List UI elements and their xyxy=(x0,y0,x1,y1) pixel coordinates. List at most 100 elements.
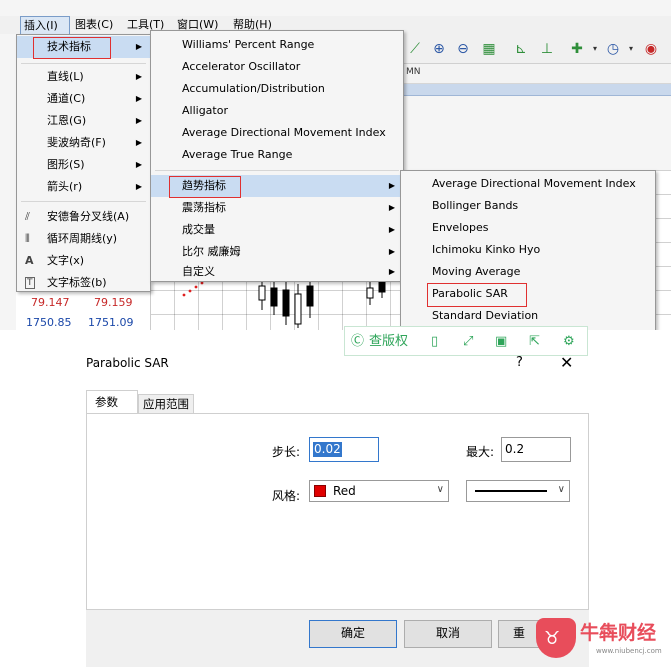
indicators-group-custom[interactable]: 自定义 ▶ xyxy=(151,261,403,283)
auto-scroll-icon[interactable]: ⟋ xyxy=(406,40,424,58)
color-name: Red xyxy=(333,484,356,498)
indicator-item[interactable]: Williams' Percent Range xyxy=(151,34,403,56)
insert-menu-arrows[interactable]: 箭头(r) ▶ xyxy=(17,176,150,198)
indicator-item[interactable]: Accelerator Oscillator xyxy=(151,56,403,78)
indicator-item[interactable]: Average True Range xyxy=(151,144,403,166)
brand-name: 牛犇财经 xyxy=(580,622,657,644)
chevron-down-icon[interactable]: ▾ xyxy=(586,40,604,58)
pitchfork-icon: ⫽ xyxy=(25,210,30,223)
line-style-select[interactable]: ∨ xyxy=(466,480,570,502)
trend-item[interactable]: Ichimoku Kinko Hyo xyxy=(401,239,655,261)
watermark-toolbar: Ⓒ 查版权 ▯ ⤢ ▣ ⇱ ⚙ xyxy=(344,326,588,356)
phone-icon[interactable]: ▯ xyxy=(431,333,438,351)
trend-item[interactable]: Standard Deviation xyxy=(401,305,655,327)
insert-menu-cycle-lines[interactable]: ⦀ 循环周期线(y) xyxy=(17,228,150,250)
insert-menu-text-label[interactable]: T 文字标签(b) xyxy=(17,272,150,294)
insert-menu-channels[interactable]: 通道(C) ▶ xyxy=(17,88,150,110)
cancel-button[interactable]: 取消 xyxy=(404,620,492,648)
add-indicator-icon[interactable]: ✚ xyxy=(568,40,586,58)
step-input[interactable]: 0.02 xyxy=(309,437,379,462)
reset-button[interactable]: 重 xyxy=(498,620,540,648)
menu-item-label: 循环周期线(y) xyxy=(47,232,118,245)
divider xyxy=(21,201,146,202)
menu-item-label: Alligator xyxy=(182,104,228,117)
brand-logo: ♉ 牛犇财经 www.niubencj.com xyxy=(536,614,671,664)
clock-icon[interactable]: ◷ xyxy=(604,40,622,58)
expand-icon[interactable]: ⤢ xyxy=(463,333,473,351)
tab-parameters[interactable]: 参数 xyxy=(86,390,138,414)
insert-menu-lines[interactable]: 直线(L) ▶ xyxy=(17,66,150,88)
indicators-group-oscillators[interactable]: 震荡指标 ▶ xyxy=(151,197,403,219)
period-separators-icon[interactable]: ⊥ xyxy=(538,40,556,58)
menu-item-label: 斐波纳奇(F) xyxy=(47,136,106,149)
insert-menu-text[interactable]: A 文字(x) xyxy=(17,250,150,272)
templates-icon[interactable]: ◉ xyxy=(642,40,660,58)
indicator-item[interactable]: Accumulation/Distribution xyxy=(151,78,403,100)
brand-mark: ♉ xyxy=(536,618,576,658)
submenu-arrow-icon: ▶ xyxy=(135,116,142,125)
chart-shift-icon[interactable]: ⊾ xyxy=(512,40,530,58)
highlight-box xyxy=(427,283,527,307)
highlight-box xyxy=(169,176,241,198)
indicators-group-volumes[interactable]: 成交量 ▶ xyxy=(151,219,403,241)
tab-visualization[interactable]: 应用范围 xyxy=(138,394,194,414)
tile-windows-icon[interactable]: ▦ xyxy=(480,40,498,58)
maximum-input[interactable]: 0.2 xyxy=(501,437,571,462)
timeframe-bar: MN xyxy=(404,64,671,84)
brand-url: www.niubencj.com xyxy=(596,647,662,655)
submenu-arrow-icon: ▶ xyxy=(135,138,142,147)
insert-menu-fibonacci[interactable]: 斐波纳奇(F) ▶ xyxy=(17,132,150,154)
trend-item[interactable]: Average Directional Movement Index xyxy=(401,173,655,195)
indicators-submenu: Williams' Percent Range Accelerator Osci… xyxy=(150,30,404,282)
menu-item-label: Moving Average xyxy=(432,265,521,278)
chevron-down-icon: ∨ xyxy=(436,484,444,495)
chevron-down-icon: ∨ xyxy=(557,484,565,495)
insert-menu: 技术指标 ▶ 直线(L) ▶ 通道(C) ▶ 江恩(G) ▶ 斐波纳奇(F) ▶… xyxy=(16,34,151,292)
color-swatch xyxy=(314,485,326,497)
trend-submenu: Average Directional Movement Index Bolli… xyxy=(400,170,656,330)
indicator-item[interactable]: Alligator xyxy=(151,100,403,122)
save-icon[interactable]: ▣ xyxy=(495,333,507,351)
trend-item[interactable]: Bollinger Bands xyxy=(401,195,655,217)
share-icon[interactable]: ⇱ xyxy=(529,333,540,351)
quote-bid: 1750.85 xyxy=(26,316,72,329)
chart-title-bar xyxy=(404,84,671,96)
check-copyright-label[interactable]: 查版权 xyxy=(369,333,408,351)
menu-item-label: 直线(L) xyxy=(47,70,84,83)
menu-insert[interactable]: 插入(I) xyxy=(20,16,70,36)
close-button[interactable]: ✕ xyxy=(560,353,573,372)
trend-item[interactable]: Moving Average xyxy=(401,261,655,283)
menu-chart[interactable]: 图表(C) xyxy=(72,16,116,34)
step-value: 0.02 xyxy=(313,442,342,457)
menu-item-label: 箭头(r) xyxy=(47,180,83,193)
copyright-icon[interactable]: Ⓒ xyxy=(351,333,364,351)
insert-menu-gann[interactable]: 江恩(G) ▶ xyxy=(17,110,150,132)
text-label-icon: T xyxy=(25,277,35,289)
zoom-in-icon[interactable]: ⊕ xyxy=(430,40,448,58)
submenu-arrow-icon: ▶ xyxy=(135,94,142,103)
menu-item-label: 震荡指标 xyxy=(182,201,226,214)
submenu-arrow-icon: ▶ xyxy=(135,72,142,81)
ok-button[interactable]: 确定 xyxy=(309,620,397,648)
chevron-down-icon[interactable]: ▾ xyxy=(622,40,640,58)
help-button[interactable]: ? xyxy=(516,355,523,370)
line-style-sample xyxy=(475,490,547,492)
color-select[interactable]: Red ∨ xyxy=(309,480,449,502)
settings-gear-icon[interactable]: ⚙ xyxy=(563,333,575,351)
menu-item-label: 江恩(G) xyxy=(47,114,87,127)
zoom-out-icon[interactable]: ⊖ xyxy=(454,40,472,58)
timeframe-mn[interactable]: MN xyxy=(406,67,421,77)
submenu-arrow-icon: ▶ xyxy=(388,225,395,234)
platform-window: 插入(I) 图表(C) 工具(T) 窗口(W) 帮助(H) ⟋ ⊕ ⊖ ▦ ⊾ … xyxy=(0,0,671,330)
submenu-arrow-icon: ▶ xyxy=(135,42,142,51)
insert-menu-shapes[interactable]: 图形(S) ▶ xyxy=(17,154,150,176)
menu-item-label: Bollinger Bands xyxy=(432,199,519,212)
divider xyxy=(155,170,399,171)
insert-menu-pitchfork[interactable]: ⫽ 安德鲁分叉线(A) xyxy=(17,206,150,228)
text-icon: A xyxy=(25,254,34,267)
indicator-item[interactable]: Average Directional Movement Index xyxy=(151,122,403,144)
trend-item[interactable]: Envelopes xyxy=(401,217,655,239)
indicators-group-bill-williams[interactable]: 比尔 威廉姆 ▶ xyxy=(151,241,403,263)
market-watch-quotes: 79.147 79.159 1750.85 1751.09 xyxy=(16,290,151,330)
submenu-arrow-icon: ▶ xyxy=(388,267,395,276)
